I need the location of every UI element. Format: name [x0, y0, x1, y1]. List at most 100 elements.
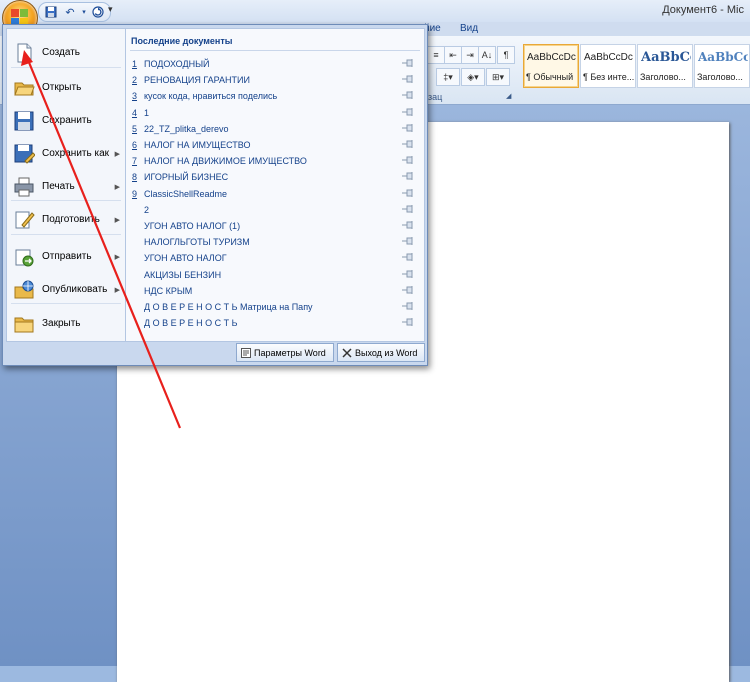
recent-document-item[interactable]: 2 РЕНОВАЦИЯ ГАРАНТИИ — [132, 73, 416, 89]
menu-item-open-folder[interactable]: Открыть — [7, 71, 125, 104]
exit-word-label: Выход из Word — [355, 347, 418, 358]
recent-document-item[interactable]: Д О В Е Р Е Н О С Т Ь Матрица на Папу — [132, 300, 416, 316]
pin-icon[interactable] — [402, 75, 414, 84]
recent-document-item[interactable]: 41 — [132, 106, 416, 122]
recent-document-item[interactable]: УГОН АВТО НАЛОГ — [132, 251, 416, 267]
recent-document-item[interactable]: НАЛОГЛЬГОТЫ ТУРИЗМ — [132, 235, 416, 251]
recent-document-name: АКЦИЗЫ БЕНЗИН — [144, 269, 222, 280]
close-folder-icon — [13, 313, 35, 335]
recent-document-name: Д О В Е Р Е Н О С Т Ь Матрица на Папу — [144, 302, 313, 312]
style-heading-1[interactable]: AaBbCc Заголово... — [637, 44, 693, 88]
submenu-arrow-icon: ▶ — [114, 183, 120, 191]
sort-icon[interactable]: A↓ — [478, 46, 496, 64]
recent-document-number: 2 — [132, 75, 138, 86]
menu-item-prepare[interactable]: Подготовить ▶ — [7, 203, 125, 236]
customize-qat-icon[interactable]: ▾ — [108, 4, 113, 15]
menu-item-new-document[interactable]: Создать — [7, 36, 125, 69]
prepare-icon — [13, 209, 35, 231]
save-icon[interactable] — [43, 5, 59, 19]
save-disk-icon — [13, 110, 35, 132]
pin-icon[interactable] — [402, 221, 414, 229]
pin-icon[interactable] — [402, 91, 414, 100]
borders-icon[interactable]: ⊞▾ — [486, 68, 510, 86]
divider — [11, 200, 121, 201]
styles-gallery: AaBbCcDc ¶ Обычный AaBbCcDc ¶ Без инте..… — [521, 44, 750, 88]
pin-icon[interactable] — [402, 123, 414, 132]
pin-icon[interactable] — [402, 107, 414, 116]
paragraph-group-label: зац — [428, 92, 443, 102]
menu-item-label: Сохранить — [42, 115, 92, 126]
recent-document-item[interactable]: 7 НАЛОГ НА ДВИЖИМОЕ ИМУЩЕСТВО — [132, 154, 416, 170]
pin-icon[interactable] — [402, 172, 414, 181]
submenu-arrow-icon: ▶ — [114, 216, 120, 224]
recent-document-item[interactable]: 6 НАЛОГ НА ИМУЩЕСТВО — [132, 138, 416, 154]
style-sample: AaBbCc — [698, 50, 748, 64]
pin-icon[interactable] — [402, 188, 414, 197]
recent-document-name: ПОДОХОДНЫЙ — [144, 59, 210, 69]
menu-item-label: Подготовить — [42, 214, 100, 225]
menu-item-save-as[interactable]: Сохранить как ▶ — [7, 137, 125, 170]
style-heading-2[interactable]: AaBbCc Заголово... — [694, 44, 750, 88]
pin-icon[interactable] — [402, 253, 414, 262]
recent-documents-panel: Последние документы 1 ПОДОХОДНЫЙ 2 РЕНОВАЦИ… — [125, 28, 425, 342]
recent-document-item[interactable]: УГОН АВТО НАЛОГ (1) — [132, 219, 416, 235]
menu-item-label: Опубликовать — [42, 284, 108, 295]
menu-item-label: Сохранить как — [42, 148, 110, 159]
menu-item-label: Создать — [42, 47, 81, 58]
recent-document-item[interactable]: 1 ПОДОХОДНЫЙ — [132, 57, 416, 73]
line-spacing-icon[interactable]: ‡▾ — [436, 68, 460, 86]
recent-document-name: РЕНОВАЦИЯ ГАРАНТИИ — [144, 75, 250, 86]
recent-document-number: 7 — [132, 156, 138, 167]
redo-icon[interactable] — [90, 5, 106, 19]
recent-document-name: НАЛОГ НА ИМУЩЕСТВО — [144, 140, 251, 150]
recent-document-item[interactable]: 5 22_TZ_plitka_derevo — [132, 122, 416, 138]
recent-document-item[interactable]: 9 ClassicShellReadme — [132, 187, 416, 203]
pin-icon[interactable] — [402, 302, 414, 310]
recent-document-item[interactable]: НДС КРЫМ — [132, 284, 416, 300]
recent-document-item[interactable]: 3 кусок кода, нравиться поделись — [132, 89, 416, 105]
menu-item-save-disk[interactable]: Сохранить — [7, 104, 125, 137]
undo-icon[interactable]: ↶ — [62, 5, 78, 19]
undo-dropdown-icon[interactable]: ▾ — [81, 5, 87, 19]
increase-indent-icon[interactable]: ⇥ — [461, 46, 479, 64]
options-icon — [241, 347, 251, 358]
align-left-icon[interactable]: ≡ — [427, 46, 445, 64]
pin-icon[interactable] — [402, 237, 414, 246]
recent-document-name: НАЛОГ НА ДВИЖИМОЕ ИМУЩЕСТВО — [144, 156, 307, 167]
recent-document-number: 9 — [132, 188, 138, 199]
style-sample: AaBbCc — [641, 50, 691, 65]
menu-item-close-folder[interactable]: Закрыть — [7, 307, 125, 340]
recent-document-item[interactable]: 2 — [132, 203, 416, 219]
dialog-launcher-icon[interactable]: ◢ — [506, 92, 511, 100]
pin-icon[interactable] — [402, 140, 414, 148]
style-sample: AaBbCcDc — [584, 52, 633, 63]
menu-item-label: Закрыть — [42, 318, 81, 329]
pin-icon[interactable] — [402, 285, 414, 294]
decrease-indent-icon[interactable]: ⇤ — [444, 46, 462, 64]
style-no-spacing[interactable]: AaBbCcDc ¶ Без инте... — [580, 44, 636, 88]
recent-document-item[interactable]: 8 ИГОРНЫЙ БИЗНЕС — [132, 170, 416, 186]
shading-icon[interactable]: ◈▾ — [461, 68, 485, 86]
style-name: ¶ Без инте... — [583, 72, 635, 82]
menu-item-printer[interactable]: Печать ▶ — [7, 170, 125, 203]
recent-document-item[interactable]: АКЦИЗЫ БЕНЗИН — [132, 268, 416, 284]
recent-document-item[interactable]: Д О В Е Р Е Н О С Т Ь — [132, 316, 416, 332]
recent-document-number: 1 — [132, 59, 138, 69]
pin-icon[interactable] — [402, 269, 414, 278]
divider — [11, 67, 121, 68]
menu-item-publish[interactable]: Опубликовать ▶ — [7, 273, 125, 306]
pin-icon[interactable] — [402, 318, 414, 327]
style-normal[interactable]: AaBbCcDc ¶ Обычный — [523, 44, 579, 88]
exit-word-button[interactable]: Выход из Word — [337, 343, 425, 362]
pin-icon[interactable] — [402, 156, 414, 165]
pin-icon[interactable] — [402, 204, 414, 213]
style-name: ¶ Обычный — [526, 72, 574, 82]
open-folder-icon — [13, 77, 35, 99]
show-marks-icon[interactable]: ¶ — [497, 46, 515, 64]
pin-icon[interactable] — [402, 59, 414, 67]
menu-item-send[interactable]: Отправить ▶ — [7, 240, 125, 273]
divider — [11, 303, 121, 304]
recent-document-name: ClassicShellReadme — [144, 188, 228, 199]
word-options-button[interactable]: Параметры Word — [236, 343, 334, 362]
tab-view[interactable]: Вид — [460, 23, 478, 34]
